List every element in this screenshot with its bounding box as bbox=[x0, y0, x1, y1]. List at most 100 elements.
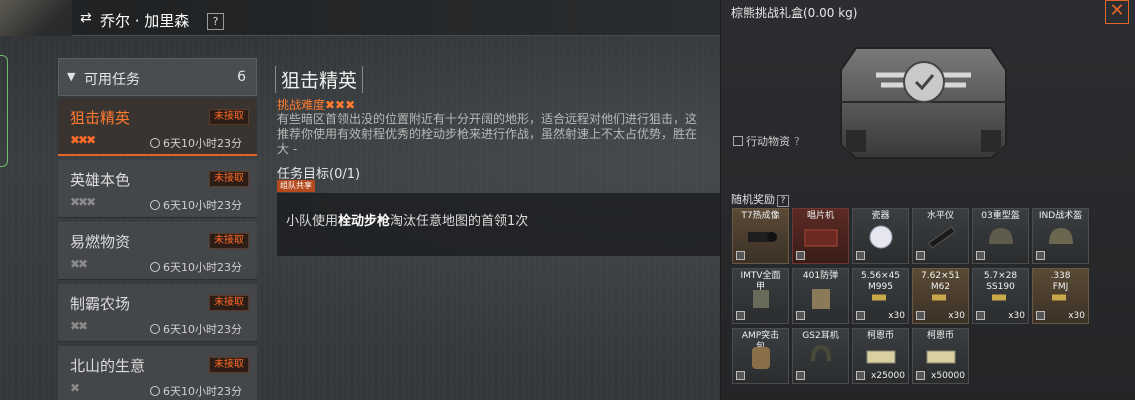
item-quantity: x30 bbox=[1068, 311, 1085, 321]
task-item[interactable]: 制霸农场 未接取 ✖✖ 6天10小时23分 bbox=[58, 284, 257, 342]
helmet-icon bbox=[986, 224, 1016, 254]
swap-icon[interactable]: ⇄ bbox=[80, 10, 92, 26]
item-type-icon bbox=[916, 311, 925, 320]
reward-item[interactable]: 7.62×51 M62 x30 bbox=[912, 268, 969, 324]
cash-stack-icon bbox=[924, 347, 958, 371]
difficulty-stars: ✖ bbox=[70, 381, 80, 395]
item-quantity: x30 bbox=[948, 311, 965, 321]
helmet-icon bbox=[1046, 224, 1076, 254]
item-quantity: x50000 bbox=[931, 371, 965, 381]
time-text: 6天10小时23分 bbox=[163, 199, 242, 212]
chevron-down-icon: ▼ bbox=[67, 70, 76, 83]
headset-icon bbox=[807, 343, 835, 375]
side-tab-indicator[interactable] bbox=[0, 55, 8, 167]
reward-item[interactable]: 5.7×28 SS190 x30 bbox=[972, 268, 1029, 324]
item-type-icon bbox=[856, 311, 865, 320]
cube-icon bbox=[733, 136, 743, 146]
backpack-icon bbox=[747, 342, 775, 376]
time-remaining: 6天10小时23分 bbox=[150, 321, 242, 337]
status-badge: 未接取 bbox=[209, 233, 249, 249]
item-type-icon bbox=[916, 251, 925, 260]
difficulty-stars: ✖✖ bbox=[70, 257, 88, 271]
item-type-icon bbox=[1036, 251, 1045, 260]
task-name: 易燃物资 bbox=[70, 233, 131, 251]
task-name: 制霸农场 bbox=[70, 295, 131, 313]
random-reward-label: 随机奖励 bbox=[731, 193, 775, 206]
reward-item[interactable]: 401防弹 bbox=[792, 268, 849, 324]
reward-item[interactable]: 柯恩币 x50000 bbox=[912, 328, 969, 384]
item-name: 03重型盔 bbox=[981, 211, 1020, 221]
difficulty-stars: ✖✖✖ bbox=[70, 133, 96, 147]
clock-icon bbox=[150, 324, 160, 334]
task-description: 有些暗区首领出没的位置附近有十分开阔的地形，适合远程对他们进行狙击，这 推荐你使… bbox=[277, 112, 717, 157]
item-type-icon bbox=[796, 251, 805, 260]
goal-box: 小队使用栓动步枪淘汰任意地图的首领1次 bbox=[277, 193, 720, 256]
item-quantity: x30 bbox=[1008, 311, 1025, 321]
reward-item[interactable]: 03重型盔 bbox=[972, 208, 1029, 264]
time-remaining: 6天10小时23分 bbox=[150, 383, 242, 399]
item-name: IND战术盔 bbox=[1038, 211, 1083, 221]
item-name: 柯恩币 bbox=[866, 331, 894, 341]
task-list-header[interactable]: ▼ 可用任务 6 bbox=[58, 58, 257, 96]
reward-item[interactable]: 水平仪 bbox=[912, 208, 969, 264]
goal-text: 小队使用栓动步枪淘汰任意地图的首领1次 bbox=[286, 210, 528, 229]
record-player-icon bbox=[803, 226, 839, 252]
body-armor-icon bbox=[807, 283, 835, 315]
item-name: 唱片机 bbox=[806, 211, 834, 221]
porcelain-icon bbox=[866, 224, 896, 254]
status-badge: 未接取 bbox=[209, 171, 249, 187]
character-name: 乔尔 · 加里森 bbox=[100, 12, 190, 30]
task-name: 狙击精英 bbox=[70, 109, 131, 127]
description-line: 有些暗区首领出没的位置附近有十分开阔的地形，适合远程对他们进行狙击，这 bbox=[277, 112, 698, 126]
reward-box-title: 棕熊挑战礼盒(0.00 kg) bbox=[731, 6, 858, 20]
ammo-icon bbox=[870, 289, 892, 308]
reward-panel: 棕熊挑战礼盒(0.00 kg) ✕ 行动物资? 随机奖励? T7热成像 唱片机 … bbox=[720, 0, 1135, 400]
supply-label: 行动物资? bbox=[733, 133, 800, 149]
close-button[interactable]: ✕ bbox=[1105, 0, 1129, 24]
level-tool-icon bbox=[924, 224, 958, 254]
help-icon[interactable]: ? bbox=[794, 135, 800, 148]
reward-item[interactable]: AMP突击包 bbox=[732, 328, 789, 384]
item-type-icon bbox=[976, 251, 985, 260]
reward-item[interactable]: .338 FMJ x30 bbox=[1032, 268, 1089, 324]
reward-item[interactable]: 5.56×45 M995 x30 bbox=[852, 268, 909, 324]
clock-icon bbox=[150, 386, 160, 396]
item-quantity: x25000 bbox=[871, 371, 905, 381]
avatar bbox=[0, 0, 72, 36]
time-remaining: 6天10小时23分 bbox=[150, 135, 242, 151]
time-remaining: 6天10小时23分 bbox=[150, 259, 242, 275]
reward-item[interactable]: IND战术盔 bbox=[1032, 208, 1089, 264]
time-remaining: 6天10小时23分 bbox=[150, 197, 242, 213]
item-type-icon bbox=[796, 371, 805, 380]
item-type-icon bbox=[736, 311, 745, 320]
task-item[interactable]: 狙击精英 未接取 ✖✖✖ 6天10小时23分 bbox=[58, 98, 257, 156]
reward-item[interactable]: 柯恩币 x25000 bbox=[852, 328, 909, 384]
task-list-title: 可用任务 bbox=[84, 72, 140, 88]
reward-item[interactable]: 瓷器 bbox=[852, 208, 909, 264]
help-icon[interactable]: ? bbox=[207, 13, 224, 30]
help-icon[interactable]: ? bbox=[777, 195, 789, 207]
cash-stack-icon bbox=[864, 347, 898, 371]
random-reward-header: 随机奖励? bbox=[731, 191, 789, 207]
item-type-icon bbox=[916, 371, 925, 380]
ammo-icon bbox=[1050, 289, 1072, 308]
difficulty-stars: ✖✖ bbox=[70, 319, 88, 333]
item-type-icon bbox=[856, 371, 865, 380]
goal-text-post: 淘汰任意地图的首领1次 bbox=[390, 214, 529, 229]
crate-icon bbox=[840, 47, 1007, 159]
task-item[interactable]: 易燃物资 未接取 ✖✖ 6天10小时23分 bbox=[58, 222, 257, 280]
reward-item[interactable]: T7热成像 bbox=[732, 208, 789, 264]
reward-item[interactable]: GS2耳机 bbox=[792, 328, 849, 384]
item-quantity: x30 bbox=[888, 311, 905, 321]
task-item[interactable]: 北山的生意 未接取 ✖ 6天10小时23分 bbox=[58, 346, 257, 400]
time-text: 6天10小时23分 bbox=[163, 323, 242, 336]
item-type-icon bbox=[976, 311, 985, 320]
task-item[interactable]: 英雄本色 未接取 ✖✖✖ 6天10小时23分 bbox=[58, 160, 257, 218]
goal-weapon: 栓动步枪 bbox=[338, 214, 391, 229]
challenge-difficulty: 挑战难度✖✖✖ bbox=[277, 98, 356, 112]
reward-item[interactable]: 唱片机 bbox=[792, 208, 849, 264]
item-name: GS2耳机 bbox=[802, 331, 839, 341]
description-line: 大 - bbox=[277, 142, 298, 156]
task-detail-title: 狙击精英 bbox=[275, 66, 364, 93]
reward-item[interactable]: IMTV全面甲 bbox=[732, 268, 789, 324]
